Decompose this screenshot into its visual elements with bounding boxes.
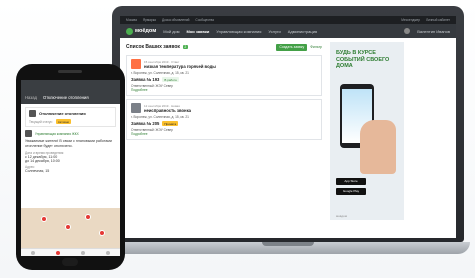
heating-icon [29,110,36,117]
tab-home-icon[interactable] [31,250,36,255]
request-number: Заявка № 205 [131,121,160,126]
nav-my-home[interactable]: Мой дом [163,29,179,34]
notice-detail: Отключение отопления Текущий статус: Акт… [21,104,120,176]
promo-footer: моёдом [336,214,347,218]
logo-text: моёдом [135,28,157,34]
request-card[interactable]: 12 сентября 2019 · Новая неисправность з… [126,99,322,140]
nav-administration[interactable]: Администрация [288,29,317,34]
company-icon [25,130,32,137]
promo-headline: БУДЬ В КУРСЕ СОБЫТИЙ СВОЕГО ДОМА [336,50,390,69]
page-title: Список Ваших заявок [126,44,180,50]
nav-my-requests[interactable]: Мои заявки [187,29,210,34]
phone-header: Назад Отключение отопления [21,80,120,104]
os-item[interactable]: Ярмарка [143,18,156,22]
request-title[interactable]: низкая температура горячей воды [144,64,216,69]
os-item[interactable]: Москва [126,18,137,22]
tab-notices-icon[interactable] [56,250,61,255]
map-pin-icon[interactable] [85,214,91,220]
phone-screen: Назад Отключение отопления Отключение от… [21,80,120,256]
map-pin-icon[interactable] [65,224,71,230]
os-item[interactable]: Доска объявлений [162,18,189,22]
phone-home-indicator [62,258,78,266]
request-card[interactable]: 15 сентября 2019 · Ответ низкая температ… [126,55,322,96]
logo[interactable]: моёдом [126,27,157,35]
os-top-bar: Москва Ярмарка Доска объявлений Сообщест… [120,16,456,24]
google-play-button[interactable]: Google Play [336,188,366,195]
map-pin-icon[interactable] [99,230,105,236]
map-view[interactable] [21,208,120,248]
nav-management-company[interactable]: Управляющая компания [216,29,261,34]
requests-header: Список Ваших заявок 2 Создать заявку Фил… [126,42,322,52]
laptop-notch [262,242,314,246]
phone-title: Отключение отопления [43,95,89,100]
tab-profile-icon[interactable] [105,250,110,255]
details-link[interactable]: Подробнее [131,88,317,92]
details-link[interactable]: Подробнее [131,132,317,136]
request-address: г. Воронеж, ул. Солнечная, д. 15, кв. 21 [131,115,189,119]
back-button[interactable]: Назад [25,95,37,100]
site-navbar: моёдом Мой дом Мои заявки Управляющая ко… [120,24,456,38]
period-to: до 14 декабря, 10:00 [25,159,60,164]
create-request-button[interactable]: Создать заявку [276,43,308,51]
notice-category: Отключение отопления [39,111,86,116]
request-photo [131,59,141,69]
request-address: г. Воронеж, ул. Солнечная, д. 15, кв. 21 [131,71,189,75]
notice-address: Солнечная, 15 [25,169,50,174]
app-store-button[interactable]: App Store [336,178,366,185]
company-name[interactable]: Управляющая компания ЖКХ [35,132,79,136]
os-item-right[interactable]: Мессенджер [401,18,420,22]
avatar[interactable] [404,28,411,34]
logo-icon [126,27,133,35]
phone-speaker [58,70,82,73]
map-pin-icon[interactable] [41,216,47,222]
user-name[interactable]: Валентин Иванов [417,29,450,34]
os-item[interactable]: Сообщества [195,18,214,22]
status-label: Текущий статус: [29,119,53,124]
notice-message: Уважаемые жители! В связи с плановыми ра… [25,139,112,148]
tab-requests-icon[interactable] [80,250,85,255]
promo-hand-image [360,120,396,174]
os-item-right[interactable]: Личный кабинет [426,18,450,22]
requests-list: Список Ваших заявок 2 Создать заявку Фил… [126,42,322,238]
phone-tab-bar [21,248,120,256]
requests-count-badge: 2 [182,45,188,49]
request-photo [131,103,141,113]
nav-services[interactable]: Услуги [268,29,280,34]
laptop-screen: Москва Ярмарка Доска объявлений Сообщест… [120,16,456,238]
request-number: Заявка № 193 [131,77,160,82]
notice-card: Отключение отопления Текущий статус: Акт… [25,107,116,127]
status-badge: Принята [162,121,179,126]
status-badge: Активно [55,119,72,124]
request-title[interactable]: неисправность звонка [144,108,191,113]
app-promo-banner[interactable]: БУДЬ В КУРСЕ СОБЫТИЙ СВОЕГО ДОМА App Sto… [330,42,404,220]
status-badge: В работе [162,77,179,82]
filter-link[interactable]: Фильтр [310,45,322,49]
